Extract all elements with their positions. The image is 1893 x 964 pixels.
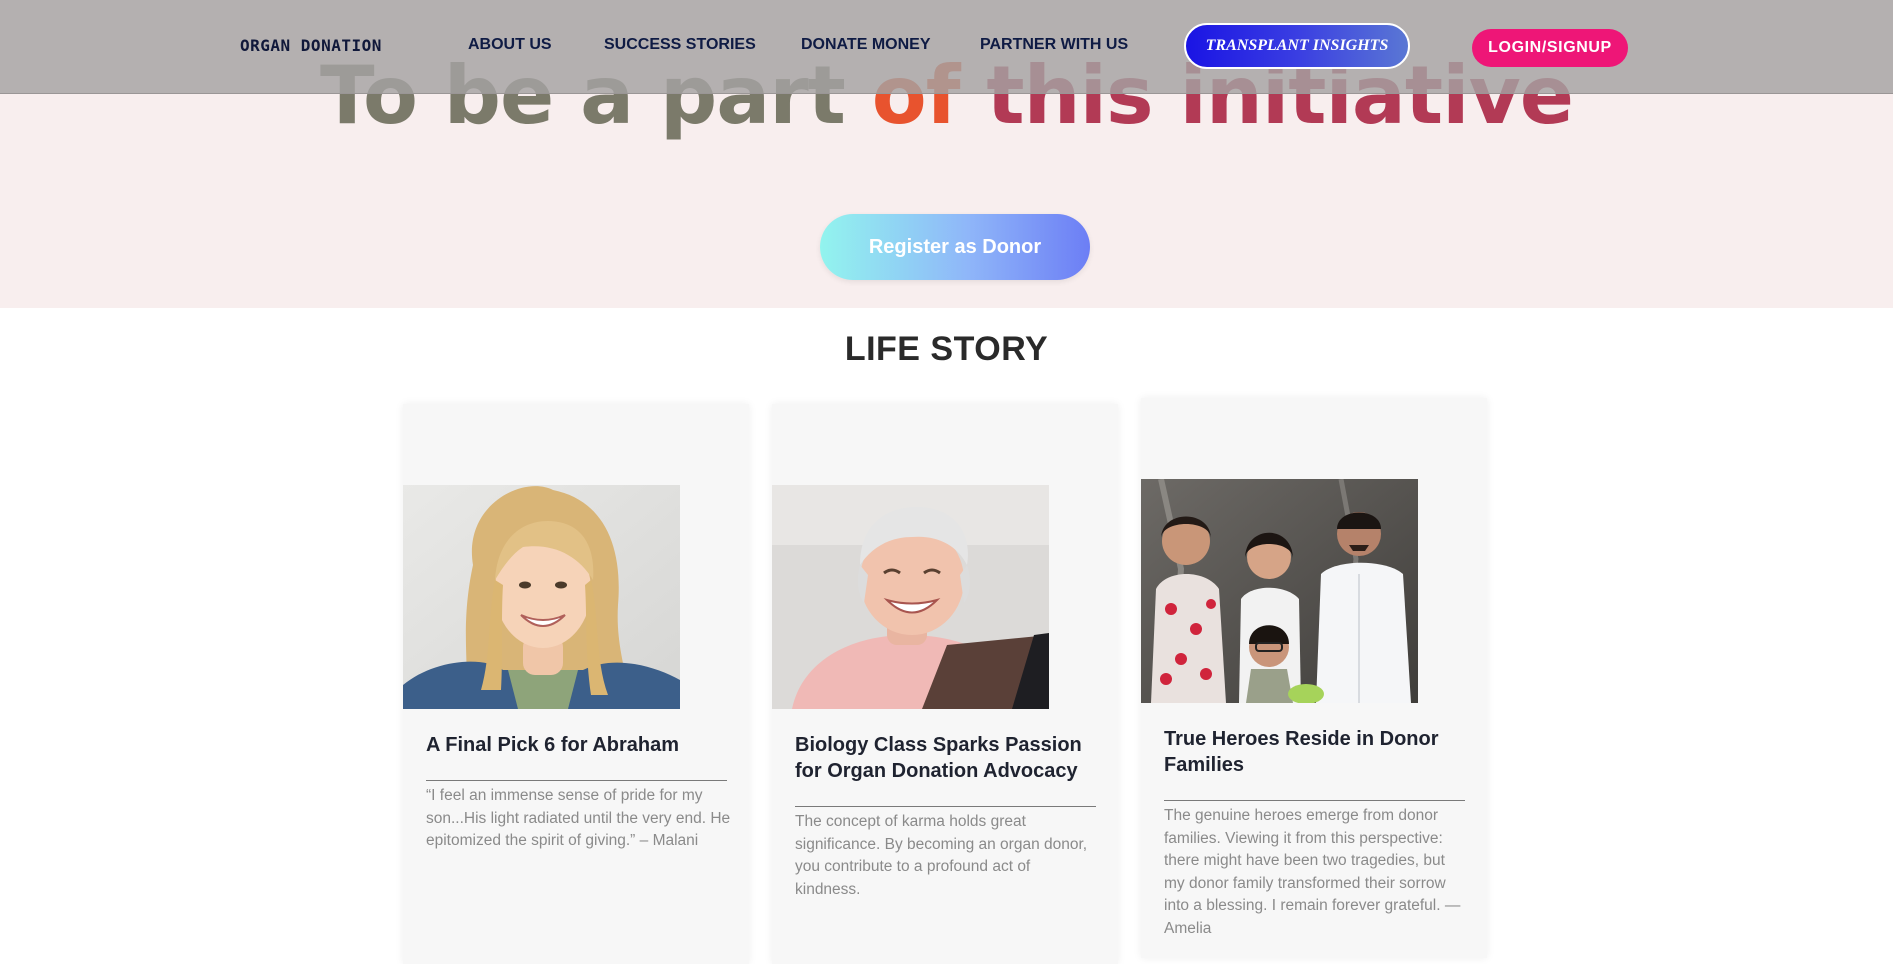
story-card[interactable]: Biology Class Sparks Passion for Organ D…: [772, 404, 1118, 964]
story-card[interactable]: A Final Pick 6 for Abraham “I feel an im…: [403, 404, 749, 964]
story-photo-woman: [403, 485, 680, 709]
story-title[interactable]: True Heroes Reside in Donor Families: [1164, 726, 1474, 778]
nav-partner-with-us[interactable]: PARTNER WITH US: [980, 36, 1128, 54]
story-photo-man: [772, 485, 1049, 709]
story-excerpt: The concept of karma holds great signifi…: [795, 813, 1088, 898]
nav-donate-money[interactable]: DONATE MONEY: [801, 36, 930, 54]
story-excerpt: “I feel an immense sense of pride for my…: [426, 787, 731, 849]
register-donor-button[interactable]: Register as Donor: [820, 214, 1090, 280]
transplant-insights-button[interactable]: TRANSPLANT INSIGHTS: [1184, 23, 1410, 69]
story-excerpt: The genuine heroes emerge from donor fam…: [1164, 807, 1461, 937]
top-navbar: ORGAN DONATION ABOUT US SUCCESS STORIES …: [0, 0, 1893, 94]
story-title[interactable]: A Final Pick 6 for Abraham: [426, 732, 736, 758]
nav-about-us[interactable]: ABOUT US: [468, 36, 552, 54]
story-divider: [426, 780, 727, 781]
story-photo-family: [1141, 479, 1418, 703]
story-divider: [795, 806, 1096, 807]
story-card[interactable]: True Heroes Reside in Donor Families The…: [1141, 398, 1487, 958]
login-signup-button[interactable]: LOGIN/SIGNUP: [1472, 29, 1628, 67]
story-divider: [1164, 800, 1465, 801]
nav-success-stories[interactable]: SUCCESS STORIES: [604, 36, 756, 54]
life-story-heading: LIFE STORY: [844, 330, 1049, 368]
brand-logo[interactable]: ORGAN DONATION: [240, 36, 382, 55]
story-title[interactable]: Biology Class Sparks Passion for Organ D…: [795, 732, 1105, 784]
